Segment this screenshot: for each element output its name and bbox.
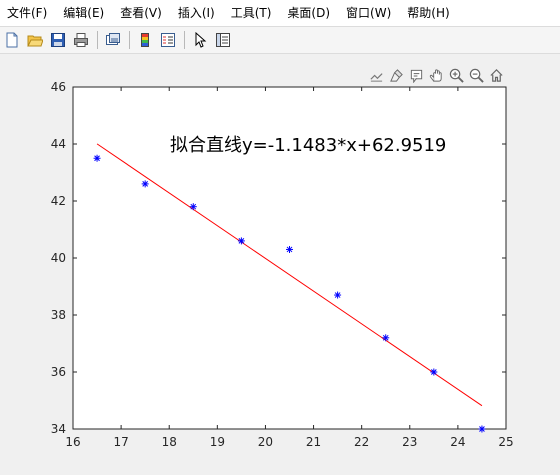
data-point	[237, 237, 245, 245]
y-tick-label: 42	[51, 194, 66, 208]
y-tick-label: 38	[51, 308, 66, 322]
x-tick-label: 22	[354, 435, 369, 449]
data-point	[430, 368, 438, 376]
x-tick-label: 16	[65, 435, 80, 449]
x-tick-label: 25	[498, 435, 513, 449]
chart-title: 拟合直线y=-1.1483*x+62.9519	[170, 135, 446, 156]
scatter-chart: 16 17 18 19 20 21 22 23 24 25 34 36 38 40 42 44 46 拟合直线y…	[51, 80, 514, 449]
data-point	[93, 154, 101, 162]
x-tick-label: 20	[258, 435, 273, 449]
y-tick-label: 36	[51, 365, 66, 379]
x-tick-label: 23	[402, 435, 417, 449]
data-point	[141, 180, 149, 188]
x-tick-label: 21	[306, 435, 321, 449]
data-point	[382, 334, 390, 342]
x-tick-label: 24	[450, 435, 465, 449]
y-tick-label: 46	[51, 80, 66, 94]
y-tick-label: 40	[51, 251, 66, 265]
data-point	[189, 203, 197, 211]
x-tick-label: 18	[162, 435, 177, 449]
data-point	[286, 245, 293, 253]
x-tick-label: 19	[210, 435, 225, 449]
x-tick-label: 17	[113, 435, 128, 449]
data-point	[334, 291, 342, 299]
data-point	[478, 425, 486, 433]
y-tick-label: 44	[51, 137, 66, 151]
y-tick-label: 34	[51, 422, 66, 436]
